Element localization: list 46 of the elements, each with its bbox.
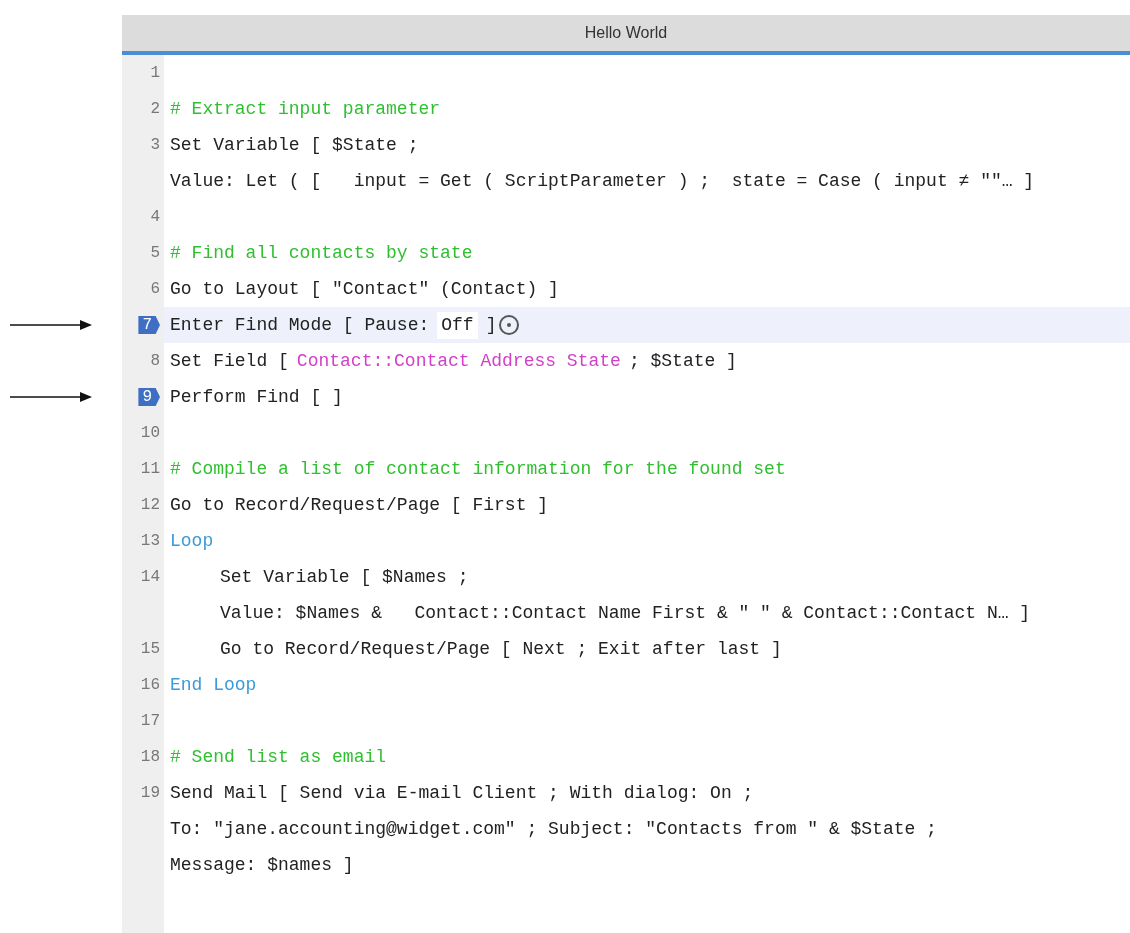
pointer-arrow-icon [10, 319, 92, 331]
line-number: 4 [150, 207, 160, 228]
comment-text: # Compile a list of contact information for the found set [170, 457, 786, 481]
window-title: Hello World [584, 23, 668, 43]
script-text: Go to Record/Request/Page [ Next ; Exit after last ] [220, 637, 782, 661]
line-number: 17 [140, 711, 160, 732]
line-number: 18 [140, 747, 160, 768]
script-text: Set Variable [ $State ; [170, 133, 419, 157]
line-number: 19 [140, 783, 160, 804]
script-text: Set Field [ [170, 349, 289, 373]
script-text: Enter Find Mode [ Pause: [170, 313, 430, 337]
line-number: 10 [140, 423, 160, 444]
control-keyword: Loop [170, 529, 214, 553]
field-reference: Contact::Contact Address State [296, 349, 621, 373]
script-text: Go to Record/Request/Page [ First ] [170, 493, 549, 517]
options-circle-icon[interactable] [498, 314, 521, 336]
script-text: Perform Find [ ] [170, 385, 343, 409]
line-number: 2 [150, 99, 160, 120]
line-number: 12 [140, 495, 160, 516]
script-text: Send Mail [ Send via E-mail Client ; With dialog: On ; [170, 781, 754, 805]
line-number: 14 [140, 567, 160, 588]
comment-text: # Extract input parameter [170, 97, 441, 121]
line-number: 6 [150, 279, 160, 300]
line-number: 11 [140, 459, 160, 480]
line-number: 5 [150, 243, 160, 264]
line-number: 3 [150, 135, 160, 156]
line-number: 15 [140, 639, 160, 660]
control-keyword: End Loop [170, 673, 257, 697]
line-number: 13 [140, 531, 160, 552]
script-text: Message: $names ] [170, 853, 354, 877]
line-number: 8 [150, 351, 160, 372]
comment-text: # Find all contacts by state [170, 241, 473, 265]
script-text: Value: Let ( [ input = Get ( ScriptParameter ) ; state = Case ( input ≠ ""… ] [170, 169, 1035, 193]
comment-text: # Send list as email [170, 745, 387, 769]
line-number: 1 [150, 63, 160, 84]
script-text: Set Variable [ $Names ; [220, 565, 469, 589]
pointer-arrow-icon [10, 391, 92, 403]
script-text: To: "jane.accounting@widget.com" ; Subject: "Contacts from " & $State ; [170, 817, 937, 841]
script-text: Go to Layout [ "Contact" (Contact) ] [170, 277, 559, 301]
script-text: ; $State ] [628, 349, 737, 373]
script-text: Value: $Names & Contact::Contact Name First & " " & Contact::Contact N… ] [220, 601, 1031, 625]
breakpoint-marker[interactable]: 9 [138, 388, 160, 406]
script-text: ] [485, 313, 497, 337]
line-number: 16 [140, 675, 160, 696]
breakpoint-marker[interactable]: 7 [138, 316, 160, 334]
option-value: Off [437, 311, 478, 339]
